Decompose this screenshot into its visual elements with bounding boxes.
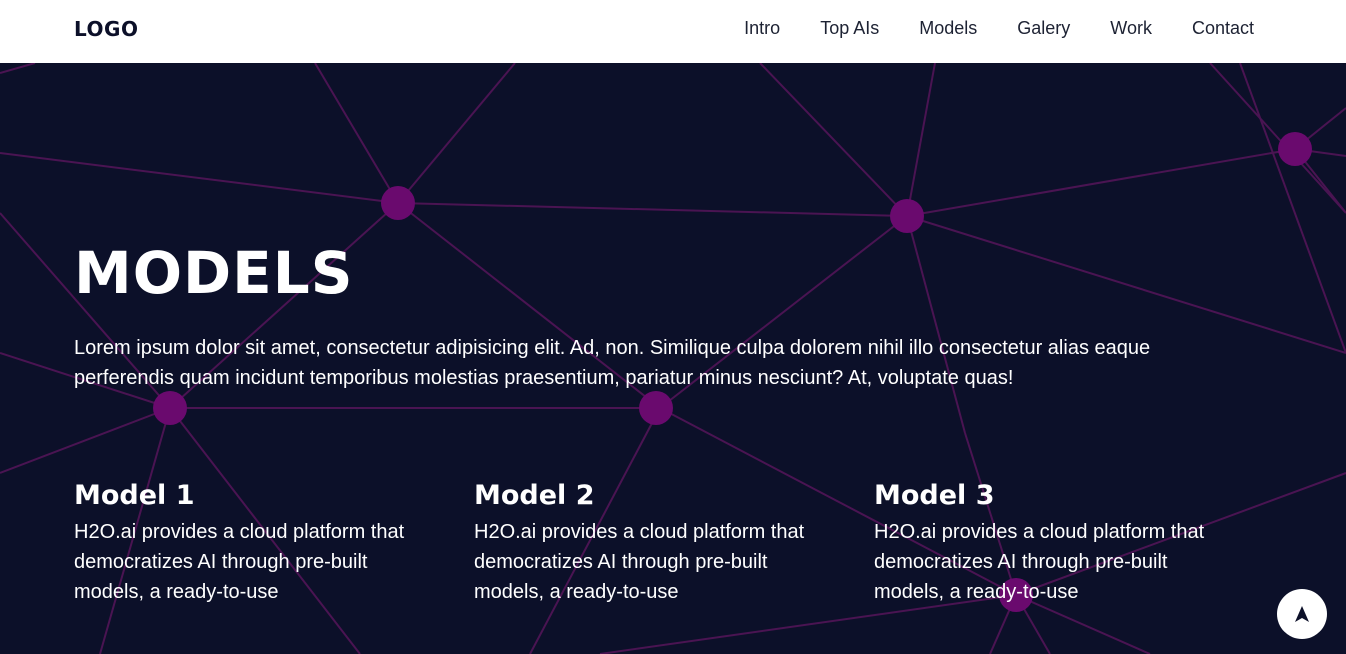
- model-description: H2O.ai provides a cloud platform that de…: [474, 521, 805, 603]
- nav-link-contact[interactable]: Contact: [1192, 18, 1254, 39]
- nav-link-models[interactable]: Models: [919, 18, 977, 39]
- nav-link-intro[interactable]: Intro: [744, 18, 780, 39]
- intro-paragraph: Lorem ipsum dolor sit amet, consectetur …: [74, 337, 1151, 389]
- main-content: MODELS Lorem ipsum dolor sit amet, conse…: [74, 63, 1274, 607]
- model-description: H2O.ai provides a cloud platform that de…: [74, 521, 405, 603]
- model-card: Model 2 H2O.ai provides a cloud platform…: [474, 481, 824, 607]
- model-card: Model 3 H2O.ai provides a cloud platform…: [874, 481, 1224, 607]
- main-nav: Intro Top AIs Models Galery Work Contact: [704, 18, 1254, 39]
- scroll-to-top-button[interactable]: [1277, 589, 1327, 639]
- nav-link-galery[interactable]: Galery: [1017, 18, 1070, 39]
- network-node: [1278, 132, 1312, 166]
- model-title: Model 2: [474, 480, 595, 511]
- page-title: MODELS: [74, 239, 354, 307]
- model-description: H2O.ai provides a cloud platform that de…: [874, 521, 1205, 603]
- top-navbar: LOGO Intro Top AIs Models Galery Work Co…: [0, 0, 1346, 63]
- nav-link-work[interactable]: Work: [1110, 18, 1152, 39]
- nav-link-top-ais[interactable]: Top AIs: [820, 18, 879, 39]
- arrow-up-icon: [1295, 606, 1309, 622]
- model-title: Model 3: [874, 480, 995, 511]
- model-card: Model 1 H2O.ai provides a cloud platform…: [74, 481, 424, 607]
- logo[interactable]: LOGO: [74, 17, 138, 41]
- models-list: Model 1 H2O.ai provides a cloud platform…: [74, 481, 1274, 607]
- model-title: Model 1: [74, 480, 195, 511]
